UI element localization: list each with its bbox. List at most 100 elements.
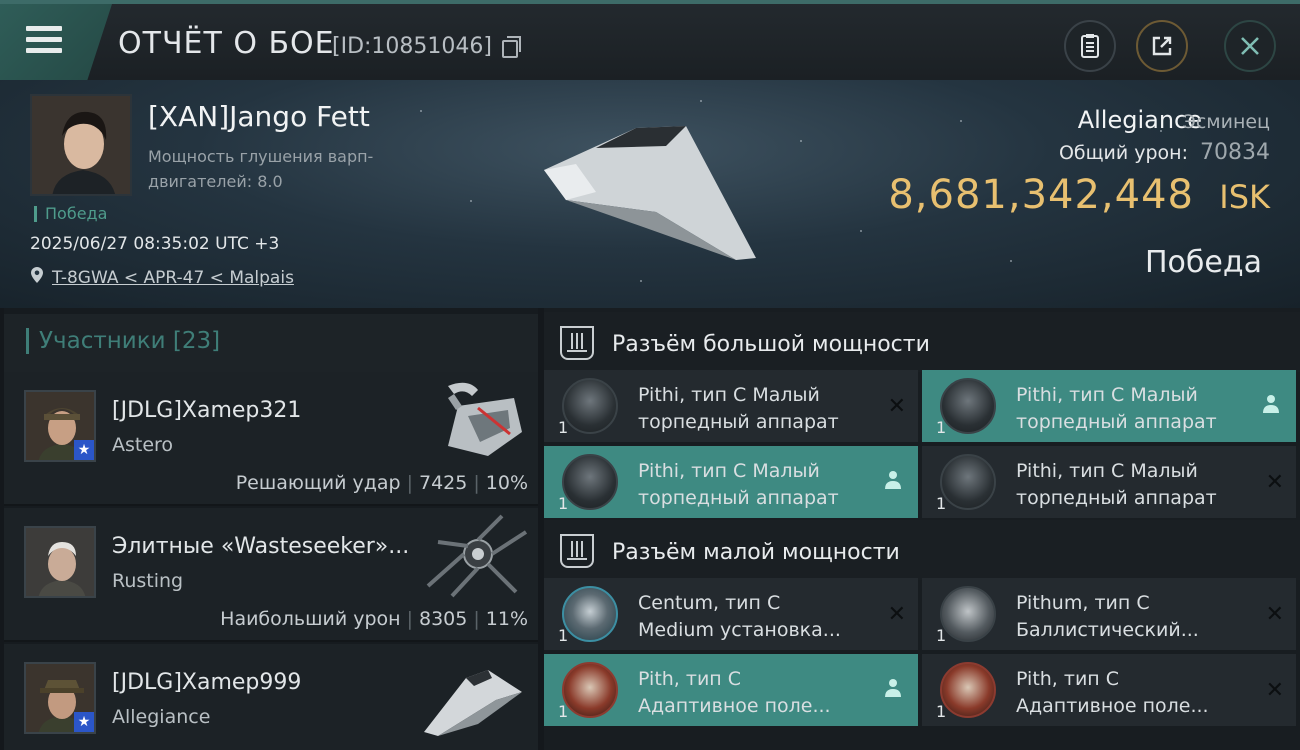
isk-unit: ISK <box>1219 178 1270 216</box>
participants-title: Участники [23] <box>26 328 220 354</box>
ballistic-module-icon <box>940 586 996 642</box>
module-name-line2: Medium установка... <box>638 619 841 641</box>
module-name: Pithi, тип C Малый торпедный аппарат <box>638 458 839 512</box>
module-item[interactable]: 1 Pithi, тип C Малый торпедный аппарат <box>922 370 1296 442</box>
location-link[interactable]: T-8GWA < APR-47 < Malpais <box>52 268 294 288</box>
module-name-line2: торпедный аппарат <box>638 411 839 433</box>
participant-name[interactable]: [JDLG]Xamep999 <box>112 670 301 695</box>
menu-button[interactable] <box>0 4 112 80</box>
star-icon: ★ <box>74 440 94 460</box>
result-badge: Победа <box>34 206 107 222</box>
victim-header: [XAN]Jango Fett Мощность глушения варп-д… <box>0 80 1300 308</box>
module-item[interactable]: 1 Pithi, тип C Малый торпедный аппарат <box>544 446 918 518</box>
close-icon <box>1241 37 1259 55</box>
module-name-line1: Pith, тип C <box>1016 668 1120 690</box>
module-name-line1: Pithi, тип C Малый <box>1016 460 1198 482</box>
module-name-line1: Pithum, тип C <box>1016 592 1150 614</box>
module-quantity: 1 <box>558 702 569 721</box>
module-name-line2: Адаптивное поле... <box>1016 695 1209 717</box>
participants-panel: Участники [23] ★ [JDLG]Xamep321 Astero Р… <box>4 308 538 750</box>
victim-avatar <box>32 96 130 194</box>
participant-damage: 8305 <box>419 608 468 630</box>
battle-datetime: 2025/06/27 08:35:02 UTC +3 <box>30 234 280 254</box>
participant-percent: 10% <box>485 472 528 494</box>
module-quantity: 1 <box>558 626 569 645</box>
fitting-panel: Разъём большой мощности 1 Pithi, тип C М… <box>544 308 1300 750</box>
participant-row[interactable]: Элитные «Wasteseeker»... Rusting Наиболь… <box>4 508 538 642</box>
participant-stats: Наибольший урон | 8305 | 11% <box>220 608 528 630</box>
high-slot-header: Разъём большой мощности <box>544 312 1300 372</box>
participant-avatar[interactable]: ★ <box>24 390 96 462</box>
participant-avatar[interactable] <box>24 526 96 598</box>
participant-ship: Allegiance <box>112 706 211 728</box>
participant-name[interactable]: Элитные «Wasteseeker»... <box>112 534 409 559</box>
report-button[interactable] <box>1064 20 1116 72</box>
torpedo-launcher-icon <box>562 454 618 510</box>
torpedo-launcher-icon <box>940 454 996 510</box>
low-slot-header: Разъём малой мощности <box>544 520 1300 580</box>
high-slot-icon <box>560 326 594 360</box>
torpedo-launcher-icon <box>562 378 618 434</box>
top-bar: ОТЧЁТ О БОЕ [ID:10851046] <box>0 0 1300 80</box>
participant-role: Решающий удар <box>235 472 401 494</box>
module-name: Pith, тип C Адаптивное поле... <box>1016 666 1209 720</box>
share-button[interactable] <box>1136 20 1188 72</box>
module-item[interactable]: 1 Pithum, тип C Баллистический... ✕ <box>922 578 1296 650</box>
module-quantity: 1 <box>558 494 569 513</box>
participant-row[interactable]: ★ [JDLG]Xamep321 Astero Решающий удар | 74… <box>4 372 538 506</box>
module-quantity: 1 <box>936 626 947 645</box>
destroyed-icon: ✕ <box>1265 470 1284 495</box>
module-name: Pithum, тип C Баллистический... <box>1016 590 1199 644</box>
person-icon <box>1263 395 1279 413</box>
module-quantity: 1 <box>558 418 569 437</box>
close-button[interactable] <box>1224 20 1276 72</box>
page-title: ОТЧЁТ О БОЕ <box>118 26 335 61</box>
module-name: Pithi, тип C Малый торпедный аппарат <box>638 382 839 436</box>
low-slot-title: Разъём малой мощности <box>612 540 900 565</box>
victim-portrait[interactable] <box>30 94 132 196</box>
module-name-line1: Centum, тип C <box>638 592 781 614</box>
module-quantity: 1 <box>936 494 947 513</box>
low-slot-icon <box>560 534 594 568</box>
participant-row[interactable]: ★ [JDLG]Xamep999 Allegiance <box>4 644 538 750</box>
module-name-line1: Pithi, тип C Малый <box>638 460 820 482</box>
module-name: Centum, тип C Medium установка... <box>638 590 841 644</box>
participant-role: Наибольший урон <box>220 608 401 630</box>
module-item[interactable]: 1 Centum, тип C Medium установка... ✕ <box>544 578 918 650</box>
result-title: Победа <box>1145 245 1262 280</box>
participant-damage: 7425 <box>419 472 468 494</box>
participant-avatar[interactable]: ★ <box>24 662 96 734</box>
participant-portrait <box>26 528 94 596</box>
victim-ship-image <box>544 126 756 260</box>
torpedo-launcher-icon <box>940 378 996 434</box>
module-name-line2: Баллистический... <box>1016 619 1199 641</box>
participant-name[interactable]: [JDLG]Xamep321 <box>112 398 301 423</box>
module-name-line1: Pithi, тип C Малый <box>638 384 820 406</box>
module-item[interactable]: 1 Pithi, тип C Малый торпедный аппарат ✕ <box>922 446 1296 518</box>
total-damage-value: 70834 <box>1200 140 1270 165</box>
module-item[interactable]: 1 Pith, тип C Адаптивное поле... ✕ <box>922 654 1296 726</box>
participant-ship-image <box>448 382 522 456</box>
star-icon: ★ <box>74 712 94 732</box>
copy-icon[interactable] <box>502 36 521 58</box>
module-name-line1: Pith, тип C <box>638 668 742 690</box>
participant-percent: 11% <box>485 608 528 630</box>
adaptive-field-icon <box>562 662 618 718</box>
victim-name[interactable]: [XAN]Jango Fett <box>148 100 370 133</box>
module-name-line2: торпедный аппарат <box>1016 487 1217 509</box>
menu-icon <box>26 26 62 59</box>
shield-module-icon <box>562 586 618 642</box>
adaptive-field-icon <box>940 662 996 718</box>
module-name: Pith, тип C Адаптивное поле... <box>638 666 831 720</box>
person-icon <box>885 471 901 489</box>
victim-ship-class: Эсминец <box>1182 111 1270 133</box>
total-damage-label: Общий урон: <box>1058 142 1188 164</box>
module-quantity: 1 <box>936 418 947 437</box>
participant-ship-image <box>426 514 528 598</box>
module-item[interactable]: 1 Pith, тип C Адаптивное поле... <box>544 654 918 726</box>
destroyed-icon: ✕ <box>1265 678 1284 703</box>
module-item[interactable]: 1 Pithi, тип C Малый торпедный аппарат ✕ <box>544 370 918 442</box>
participant-stats: Решающий удар | 7425 | 10% <box>235 472 528 494</box>
warp-jam-strength: Мощность глушения варп-двигателей: 8.0 <box>148 147 374 191</box>
module-name: Pithi, тип C Малый торпедный аппарат <box>1016 458 1217 512</box>
